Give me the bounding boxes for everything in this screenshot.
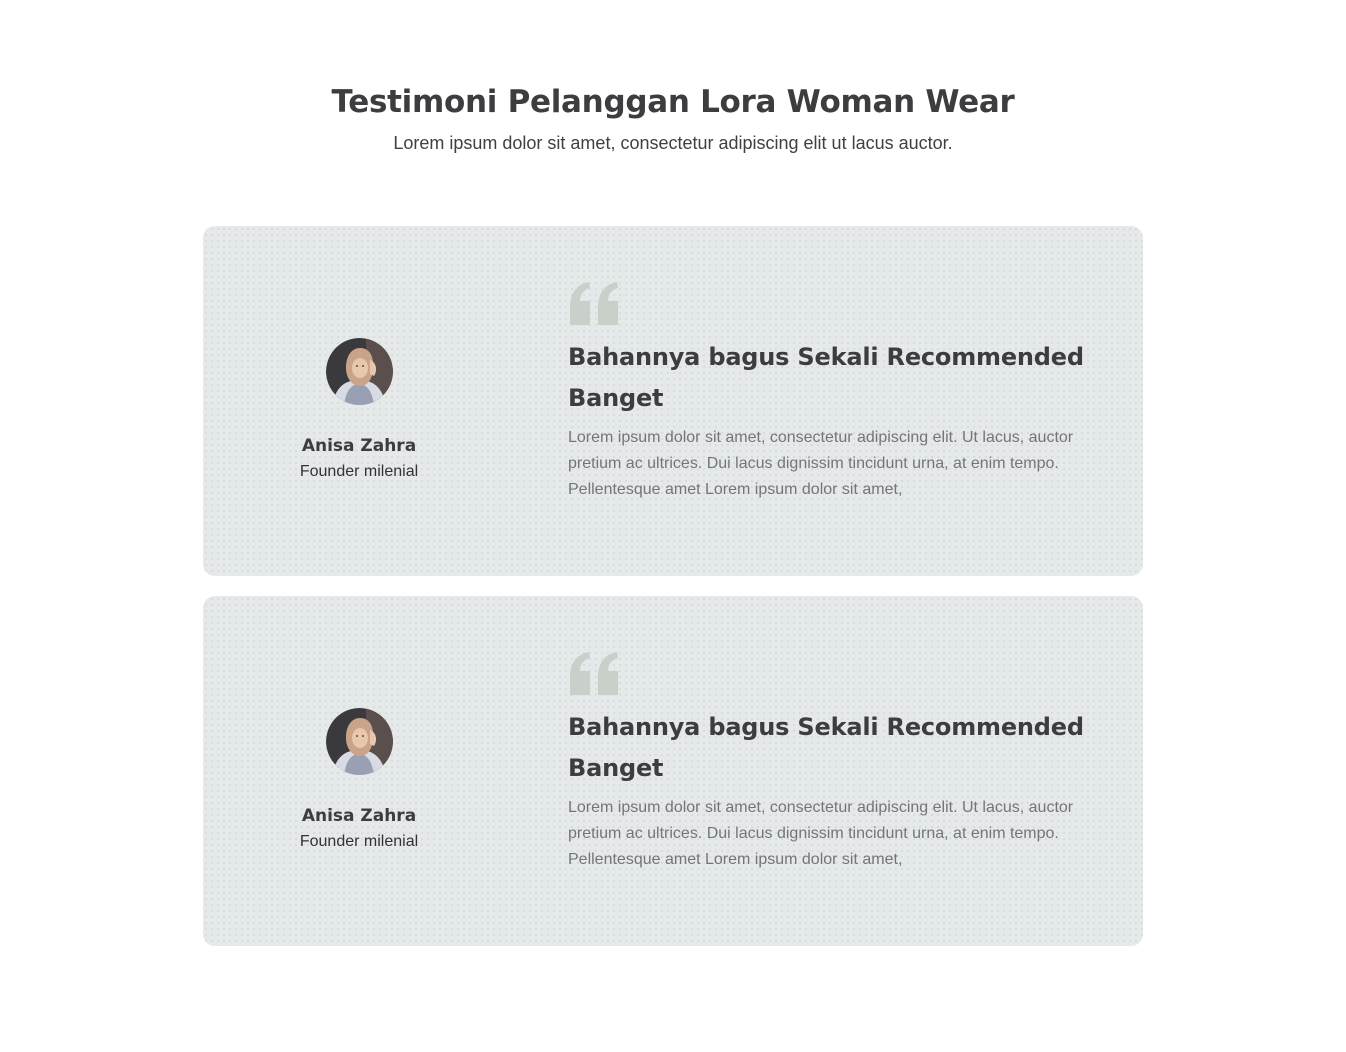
quote-open-icon: [570, 652, 618, 695]
person-role: Founder milenial: [299, 463, 419, 480]
testimonial-card: Anisa Zahra Founder milenial Bahannya ba…: [203, 596, 1143, 946]
testimonial-content: Bahannya bagus Sekali Recommended Banget…: [568, 651, 1098, 873]
page-title: Testimoni Pelanggan Lora Woman Wear: [331, 84, 1015, 120]
testimonial-body: Lorem ipsum dolor sit amet, consectetur …: [568, 429, 1074, 498]
testimonials-header: Testimoni Pelanggan Lora Woman Wear Lore…: [0, 80, 1346, 156]
testimonial-content: Bahannya bagus Sekali Recommended Banget…: [568, 281, 1098, 503]
testimonial-title: Bahannya bagus Sekali Recommended Banget: [568, 713, 1084, 782]
avatar: [325, 338, 393, 405]
testimonial-profile: Anisa Zahra Founder milenial: [251, 338, 467, 482]
person-name: Anisa Zahra: [301, 436, 417, 456]
page-subtitle: Lorem ipsum dolor sit amet, consectetur …: [393, 133, 953, 153]
testimonial-profile: Anisa Zahra Founder milenial: [251, 708, 467, 852]
person-role: Founder milenial: [299, 833, 419, 850]
testimonial-body: Lorem ipsum dolor sit amet, consectetur …: [568, 799, 1074, 868]
person-name: Anisa Zahra: [301, 806, 417, 826]
quote-open-icon: [570, 282, 618, 325]
avatar: [325, 708, 393, 775]
testimonial-title: Bahannya bagus Sekali Recommended Banget: [568, 343, 1084, 412]
testimonial-card: Anisa Zahra Founder milenial Bahannya ba…: [203, 226, 1143, 576]
